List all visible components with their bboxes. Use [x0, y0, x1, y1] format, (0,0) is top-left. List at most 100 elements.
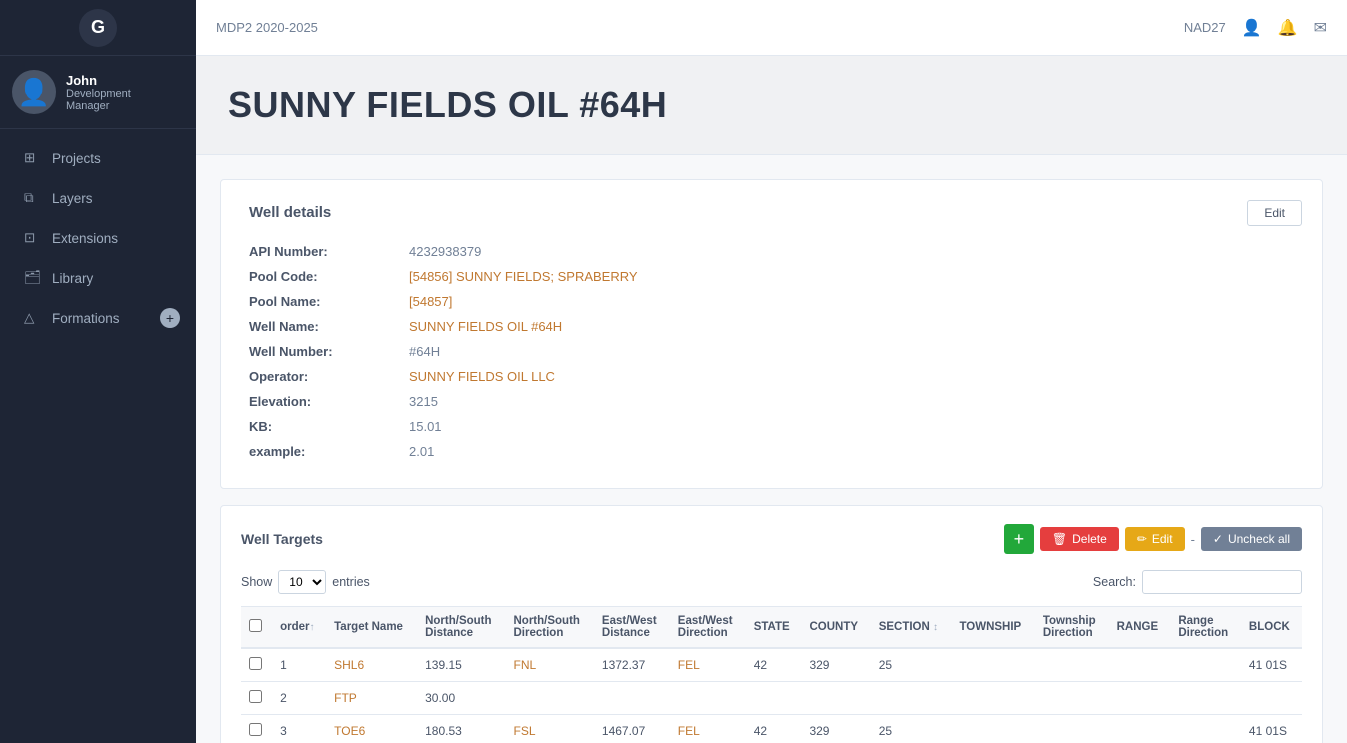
detail-value: 4232938379: [409, 244, 481, 259]
sidebar-logo: G: [0, 0, 196, 56]
row-checkbox[interactable]: [249, 723, 262, 736]
main-content: MDP2 2020-2025 NAD27 👤 🔔 ✉ SUNNY FIELDS …: [196, 0, 1347, 743]
table-cell: 329: [801, 648, 870, 682]
logo-icon: G: [91, 17, 105, 38]
table-cell: [951, 682, 1034, 715]
show-entries: Show 10 25 50 entries: [241, 570, 370, 594]
table-cell: FSL: [506, 715, 594, 743]
detail-row-operator: Operator: SUNNY FIELDS OIL LLC: [249, 364, 1294, 389]
sidebar-item-layers[interactable]: ⧉ Layers: [6, 179, 190, 217]
sidebar-item-label: Library: [52, 271, 93, 286]
table-cell: [1035, 648, 1109, 682]
avatar: 👤: [12, 70, 56, 114]
row-checkbox[interactable]: [249, 657, 262, 670]
table-cell: [951, 715, 1034, 743]
sidebar-item-formations[interactable]: △ Formations +: [6, 299, 190, 337]
well-targets-header: Well Targets + 🗑 Delete ✏ Edit - ✓ Unche…: [241, 524, 1302, 554]
detail-label: API Number:: [249, 244, 409, 259]
table-cell: [746, 682, 802, 715]
detail-row-well-name: Well Name: SUNNY FIELDS OIL #64H: [249, 314, 1294, 339]
well-targets-title: Well Targets: [241, 531, 323, 547]
user-info: John Development Manager: [66, 73, 131, 112]
formations-add-button[interactable]: +: [160, 308, 180, 328]
target-actions: + 🗑 Delete ✏ Edit - ✓ Uncheck all: [1004, 524, 1302, 554]
table-cell: 42: [746, 648, 802, 682]
well-details-card: Well details Edit API Number: 4232938379…: [220, 179, 1323, 489]
detail-value-link[interactable]: [54856] SUNNY FIELDS; SPRABERRY: [409, 269, 638, 284]
entries-select[interactable]: 10 25 50: [278, 570, 326, 594]
edit-target-button[interactable]: ✏ Edit: [1125, 527, 1185, 551]
targets-tbody: 1SHL6139.15FNL1372.37FEL423292541 01S2FT…: [241, 648, 1302, 743]
well-targets-section: Well Targets + 🗑 Delete ✏ Edit - ✓ Unche…: [220, 505, 1323, 743]
col-range: RANGE: [1109, 607, 1171, 649]
delete-label: Delete: [1072, 532, 1107, 546]
avatar-image: 👤: [18, 77, 50, 108]
table-cell: 2: [272, 682, 326, 715]
btn-separator: -: [1191, 532, 1195, 547]
table-row: 2FTP30.00: [241, 682, 1302, 715]
content-area: SUNNY FIELDS OIL #64H Well details Edit …: [196, 56, 1347, 743]
well-details-title: Well details: [249, 204, 1294, 221]
table-cell: [1109, 648, 1171, 682]
detail-label: Pool Code:: [249, 269, 409, 284]
sidebar-item-label: Formations: [52, 311, 120, 326]
detail-value: 3215: [409, 394, 438, 409]
topbar: MDP2 2020-2025 NAD27 👤 🔔 ✉: [196, 0, 1347, 56]
detail-label: Well Number:: [249, 344, 409, 359]
table-cell: 30.00: [417, 682, 505, 715]
sidebar-item-library[interactable]: 🗂 Library: [6, 259, 190, 297]
user-icon[interactable]: 👤: [1242, 18, 1262, 38]
pencil-icon: ✏: [1137, 532, 1147, 546]
detail-label: Operator:: [249, 369, 409, 384]
uncheck-all-button[interactable]: ✓ Uncheck all: [1201, 527, 1302, 551]
sort-arrow: ↑: [310, 622, 315, 633]
mail-icon[interactable]: ✉: [1314, 18, 1327, 38]
sidebar-item-extensions[interactable]: ⊡ Extensions: [6, 219, 190, 257]
table-cell: 180.53: [417, 715, 505, 743]
select-all-checkbox[interactable]: [249, 619, 262, 632]
table-cell: 3: [272, 715, 326, 743]
detail-row-pool-code: Pool Code: [54856] SUNNY FIELDS; SPRABER…: [249, 264, 1294, 289]
detail-row-elevation: Elevation: 3215: [249, 389, 1294, 414]
table-cell: FNL: [506, 648, 594, 682]
sidebar: G 👤 John Development Manager ⊞ Projects …: [0, 0, 196, 743]
detail-label: KB:: [249, 419, 409, 434]
topbar-right: NAD27 👤 🔔 ✉: [1184, 18, 1327, 38]
col-range-direction: RangeDirection: [1170, 607, 1241, 649]
col-township-direction: TownshipDirection: [1035, 607, 1109, 649]
table-cell: [670, 682, 746, 715]
table-row: 1SHL6139.15FNL1372.37FEL423292541 01S: [241, 648, 1302, 682]
library-icon: 🗂: [24, 270, 42, 286]
edit-button[interactable]: Edit: [1247, 200, 1302, 226]
detail-value: 15.01: [409, 419, 442, 434]
formations-icon: △: [24, 310, 42, 326]
sort-arrow-section: ↕: [933, 622, 938, 633]
table-cell: [1241, 682, 1302, 715]
table-cell: [1170, 715, 1241, 743]
targets-table: order↑ Target Name North/SouthDistance N…: [241, 606, 1302, 743]
row-checkbox[interactable]: [249, 690, 262, 703]
sidebar-item-label: Extensions: [52, 231, 118, 246]
delete-target-button[interactable]: 🗑 Delete: [1040, 527, 1119, 551]
nav-items: ⊞ Projects ⧉ Layers ⊡ Extensions 🗂 Libra…: [0, 137, 196, 339]
table-cell: 41 01S: [1241, 715, 1302, 743]
trash-icon: 🗑: [1052, 532, 1067, 546]
edit-label: Edit: [1152, 532, 1173, 546]
table-cell: 1: [272, 648, 326, 682]
table-cell: [241, 715, 272, 743]
entries-label: entries: [332, 575, 370, 589]
bell-icon[interactable]: 🔔: [1278, 18, 1298, 38]
col-state: STATE: [746, 607, 802, 649]
sidebar-item-projects[interactable]: ⊞ Projects: [6, 139, 190, 177]
sidebar-item-label: Projects: [52, 151, 101, 166]
table-cell: 139.15: [417, 648, 505, 682]
table-cell: SHL6: [326, 648, 417, 682]
search-input[interactable]: [1142, 570, 1302, 594]
table-cell: [241, 648, 272, 682]
col-order[interactable]: order↑: [272, 607, 326, 649]
add-target-button[interactable]: +: [1004, 524, 1034, 554]
detail-value: SUNNY FIELDS OIL #64H: [409, 319, 562, 334]
detail-value-link[interactable]: [54857]: [409, 294, 452, 309]
user-title: Manager: [66, 100, 131, 112]
search-label: Search:: [1093, 575, 1136, 589]
